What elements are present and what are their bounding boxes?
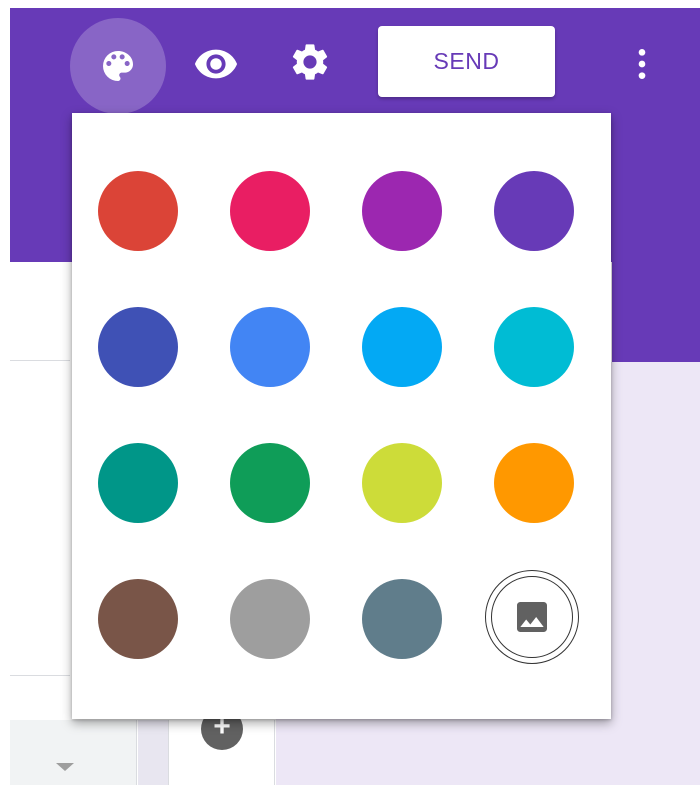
image-icon [517, 602, 547, 632]
more-options-button[interactable] [622, 36, 662, 92]
divider [10, 675, 70, 676]
image-theme-option-ring [491, 576, 573, 658]
color-swatch-deep-purple[interactable] [494, 171, 574, 251]
color-swatch-blue[interactable] [230, 307, 310, 387]
divider [10, 360, 70, 361]
customize-theme-button[interactable] [70, 18, 166, 114]
eye-icon [194, 49, 238, 79]
question-type-dropdown[interactable] [10, 720, 137, 785]
theme-color-picker [72, 113, 611, 719]
color-swatch-grey[interactable] [230, 579, 310, 659]
settings-button[interactable] [282, 34, 338, 90]
color-swatch-orange[interactable] [494, 443, 574, 523]
send-button[interactable]: SEND [378, 26, 555, 97]
gear-icon [292, 44, 328, 80]
header-bar-extension [612, 262, 700, 362]
color-swatch-teal[interactable] [98, 443, 178, 523]
color-swatch-indigo[interactable] [98, 307, 178, 387]
color-swatch-light-blue[interactable] [362, 307, 442, 387]
color-swatch-lime[interactable] [362, 443, 442, 523]
color-swatch-red[interactable] [98, 171, 178, 251]
color-swatch-cyan[interactable] [494, 307, 574, 387]
color-swatch-blue-grey[interactable] [362, 579, 442, 659]
more-vert-icon [638, 49, 646, 79]
dropdown-arrow-icon [56, 763, 74, 771]
color-swatch-purple[interactable] [362, 171, 442, 251]
form-card [0, 262, 70, 785]
color-swatch-green[interactable] [230, 443, 310, 523]
image-theme-option[interactable] [485, 570, 579, 664]
color-swatch-brown[interactable] [98, 579, 178, 659]
preview-button[interactable] [186, 34, 246, 94]
palette-icon [103, 51, 133, 81]
color-swatch-pink[interactable] [230, 171, 310, 251]
side-panel-gap [138, 720, 169, 785]
